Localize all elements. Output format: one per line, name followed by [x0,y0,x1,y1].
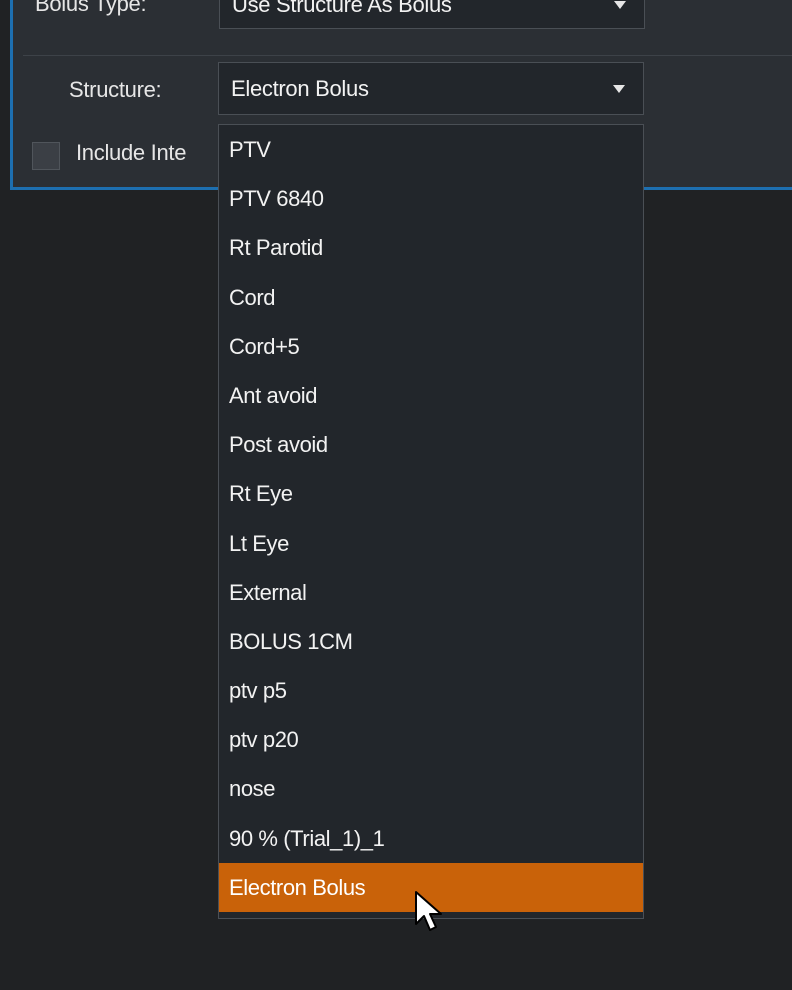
include-checkbox-label: Include Inte [76,140,187,165]
dropdown-item[interactable]: PTV 6840 [219,174,643,223]
structure-label: Structure: [69,77,162,102]
dropdown-item[interactable]: ptv p5 [219,666,643,715]
dropdown-item[interactable]: nose [219,764,643,813]
dropdown-item[interactable]: ptv p20 [219,715,643,764]
structure-select[interactable]: Electron Bolus [218,62,644,115]
mouse-pointer-icon [415,891,442,931]
bolus-type-select[interactable]: Use Structure As Bolus [219,0,645,29]
dropdown-item[interactable]: PTV [219,125,643,174]
caret-down-icon [613,84,625,93]
dropdown-item[interactable]: External [219,568,643,617]
dropdown-item[interactable]: BOLUS 1CM [219,617,643,666]
structure-select-value: Electron Bolus [231,75,369,101]
panel-divider [23,55,792,56]
dropdown-item[interactable]: Lt Eye [219,519,643,568]
dropdown-item[interactable]: Ant avoid [219,371,643,420]
caret-down-icon [614,1,626,9]
dropdown-item[interactable]: Rt Eye [219,469,643,518]
dropdown-item[interactable]: Cord+5 [219,322,643,371]
dropdown-item[interactable]: Cord [219,273,643,322]
dropdown-item[interactable]: Rt Parotid [219,223,643,272]
structure-dropdown-list: PTV PTV 6840 Rt Parotid Cord Cord+5 Ant avoid… [218,124,644,919]
include-checkbox[interactable] [32,142,60,170]
dropdown-item[interactable]: Post avoid [219,420,643,469]
dropdown-item[interactable]: 90 % (Trial_1)_1 [219,814,643,863]
bolus-type-value: Use Structure As Bolus [232,0,452,17]
bolus-type-label: Bolus Type: [35,0,147,16]
